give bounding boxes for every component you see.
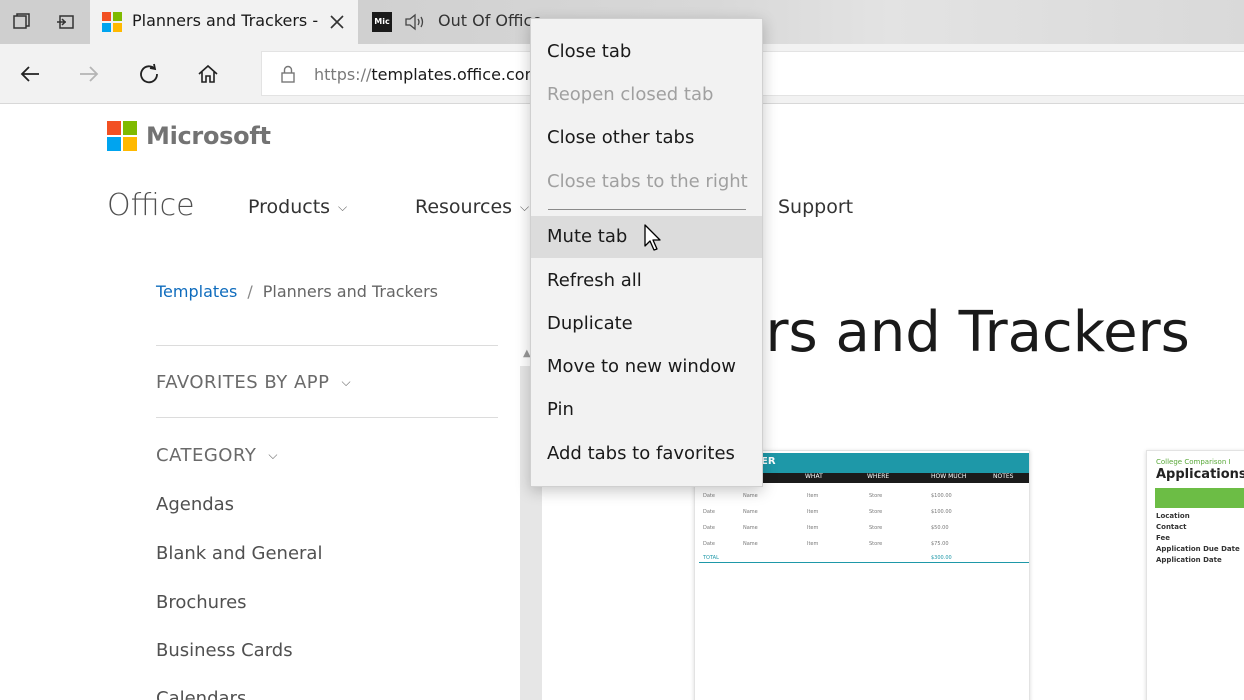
tab-preview-icon xyxy=(13,13,30,29)
speaker-icon[interactable] xyxy=(404,12,428,32)
menu-item-reopen-closed-tab[interactable]: Reopen closed tab xyxy=(531,74,762,116)
chevron-down-icon: ⌵ xyxy=(520,200,530,214)
set-aside-tabs-icon xyxy=(57,15,74,29)
tab-planners-and-trackers[interactable]: Planners and Trackers - xyxy=(90,0,358,44)
mouse-cursor-icon xyxy=(644,224,661,251)
thumbnail-title: Applications xyxy=(1156,467,1244,482)
tab-out-of-office[interactable]: Mic Out Of Office... xyxy=(360,0,1244,44)
category-toggle[interactable]: CATEGORY ⌵ xyxy=(156,445,278,466)
tab-favicon: Mic xyxy=(372,12,392,32)
nav-products[interactable]: Products ⌵ xyxy=(248,196,347,218)
close-icon[interactable] xyxy=(327,12,347,32)
tab-preview-button[interactable] xyxy=(0,0,44,44)
breadcrumb-current: Planners and Trackers xyxy=(262,282,438,301)
set-aside-tabs-button[interactable] xyxy=(44,0,88,44)
menu-item-close-tabs-to-right[interactable]: Close tabs to the right xyxy=(531,161,762,203)
category-calendars[interactable]: Calendars xyxy=(156,688,246,700)
menu-separator xyxy=(548,209,746,210)
thumbnail-total-rule xyxy=(699,562,1029,563)
forward-button[interactable] xyxy=(73,58,105,90)
thumbnail-title: ER xyxy=(761,456,776,467)
home-button[interactable] xyxy=(192,58,224,90)
url-scheme: https:// xyxy=(314,65,372,84)
category-business-cards[interactable]: Business Cards xyxy=(156,640,293,661)
favorites-by-app-toggle[interactable]: FAVORITES BY APP ⌵ xyxy=(156,372,351,393)
list-item: Location xyxy=(1156,512,1190,520)
lock-icon xyxy=(281,65,295,83)
nav-resources-label: Resources xyxy=(415,196,513,218)
breadcrumb-separator: / xyxy=(247,282,253,301)
divider xyxy=(156,417,498,418)
category-heading: CATEGORY xyxy=(156,445,257,466)
home-icon xyxy=(198,64,218,83)
menu-item-pin[interactable]: Pin xyxy=(531,389,762,431)
favorites-heading: FAVORITES BY APP xyxy=(156,372,330,393)
menu-item-move-to-new-window[interactable]: Move to new window xyxy=(531,346,762,388)
template-thumbnail-college-comparison[interactable]: College Comparison I Applications Locati… xyxy=(1146,450,1244,700)
divider xyxy=(156,345,498,346)
menu-item-add-tabs-to-favorites[interactable]: Add tabs to favorites xyxy=(531,433,762,475)
tab-title: Planners and Trackers - xyxy=(132,11,319,30)
category-blank-and-general[interactable]: Blank and General xyxy=(156,543,322,564)
back-button[interactable] xyxy=(14,58,46,90)
office-link[interactable]: Office xyxy=(107,188,195,223)
chevron-down-icon: ⌵ xyxy=(341,375,352,389)
template-thumbnail-tracker[interactable]: ER WHAT WHERE HOW MUCH NOTES Date Name Ite… xyxy=(694,450,1030,700)
chevron-down-icon: ⌵ xyxy=(268,448,278,462)
nav-resources[interactable]: Resources ⌵ xyxy=(415,196,529,218)
menu-item-close-tab[interactable]: Close tab xyxy=(531,31,762,73)
breadcrumb-templates-link[interactable]: Templates xyxy=(156,282,237,301)
table-row: Date Name Item Store $100.00 xyxy=(703,493,952,499)
microsoft-logo-icon xyxy=(102,12,122,32)
thumbnail-green-band xyxy=(1155,488,1244,508)
back-arrow-icon xyxy=(20,66,39,82)
refresh-icon xyxy=(140,63,158,84)
list-item: Application Date xyxy=(1156,556,1222,564)
thumbnail-col-notes: NOTES xyxy=(993,473,1014,480)
table-row: Date Name Item Store $100.00 xyxy=(703,509,952,515)
breadcrumb: Templates / Planners and Trackers xyxy=(156,282,438,301)
list-item: Application Due Date xyxy=(1156,545,1240,553)
table-row: Date Name Item Store $75.00 xyxy=(703,541,949,547)
list-item: Fee xyxy=(1156,534,1170,542)
category-brochures[interactable]: Brochures xyxy=(156,592,247,613)
thumbnail-col-how-much: HOW MUCH xyxy=(931,473,967,480)
microsoft-wordmark[interactable]: Microsoft xyxy=(146,122,271,150)
table-row: Date Name Item Store $50.00 xyxy=(703,525,949,531)
thumbnail-subtitle: College Comparison I xyxy=(1156,458,1231,466)
table-row-total: TOTAL $300.00 xyxy=(703,555,952,561)
url-host: templates.office.com xyxy=(371,65,541,84)
nav-support[interactable]: Support xyxy=(778,196,853,218)
thumbnail-col-where: WHERE xyxy=(867,473,890,480)
menu-item-duplicate[interactable]: Duplicate xyxy=(531,303,762,345)
thumbnail-col-what: WHAT xyxy=(805,473,823,480)
address-url[interactable]: https://templates.office.com xyxy=(314,65,540,84)
menu-item-close-other-tabs[interactable]: Close other tabs xyxy=(531,117,762,159)
category-agendas[interactable]: Agendas xyxy=(156,494,234,515)
refresh-button[interactable] xyxy=(133,58,165,90)
menu-item-refresh-all[interactable]: Refresh all xyxy=(531,260,762,302)
chevron-down-icon: ⌵ xyxy=(338,200,348,214)
forward-arrow-icon xyxy=(80,66,99,82)
list-item: Contact xyxy=(1156,523,1187,531)
nav-products-label: Products xyxy=(248,196,331,218)
